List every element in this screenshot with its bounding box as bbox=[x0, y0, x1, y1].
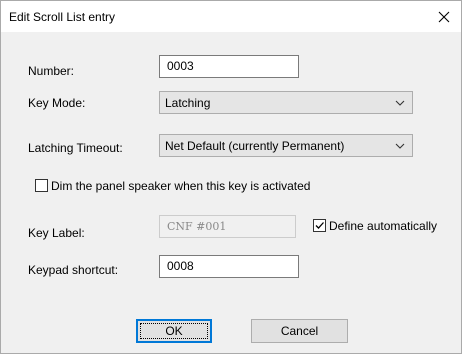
define-automatically-label[interactable]: Define automatically bbox=[329, 219, 437, 233]
key-label-value: CNF #001 bbox=[167, 220, 227, 233]
close-button[interactable] bbox=[427, 1, 461, 32]
chevron-down-icon bbox=[395, 100, 405, 106]
focus-ring bbox=[140, 323, 208, 339]
key-label-field: CNF #001 bbox=[159, 215, 296, 238]
dim-speaker-checkbox[interactable] bbox=[35, 179, 48, 192]
chevron-down-icon bbox=[395, 143, 405, 149]
cancel-button-label: Cancel bbox=[280, 324, 319, 338]
title-bar: Edit Scroll List entry bbox=[1, 1, 461, 32]
latching-timeout-value: Net Default (currently Permanent) bbox=[165, 139, 345, 153]
window-title: Edit Scroll List entry bbox=[9, 10, 116, 24]
latching-timeout-label: Latching Timeout: bbox=[28, 141, 123, 155]
number-label: Number: bbox=[28, 64, 75, 78]
keypad-shortcut-field[interactable]: 0008 bbox=[159, 255, 299, 278]
close-icon bbox=[438, 11, 450, 22]
keypad-shortcut-value: 0008 bbox=[167, 259, 194, 273]
key-mode-dropdown[interactable]: Latching bbox=[159, 91, 413, 114]
keypad-shortcut-label: Keypad shortcut: bbox=[28, 263, 119, 277]
key-label-label: Key Label: bbox=[28, 226, 85, 240]
checkmark-icon bbox=[315, 222, 324, 229]
key-mode-label: Key Mode: bbox=[28, 96, 86, 110]
latching-timeout-dropdown[interactable]: Net Default (currently Permanent) bbox=[159, 134, 413, 157]
key-mode-value: Latching bbox=[165, 96, 211, 110]
edit-scroll-list-entry-dialog: Edit Scroll List entry Number: 0003 Key … bbox=[0, 0, 462, 354]
cancel-button[interactable]: Cancel bbox=[251, 319, 348, 343]
number-value: 0003 bbox=[167, 59, 194, 73]
dim-speaker-label[interactable]: Dim the panel speaker when this key is a… bbox=[51, 179, 310, 193]
ok-button[interactable]: OK bbox=[136, 319, 212, 343]
number-field[interactable]: 0003 bbox=[159, 55, 299, 78]
define-automatically-checkbox[interactable] bbox=[313, 219, 326, 232]
